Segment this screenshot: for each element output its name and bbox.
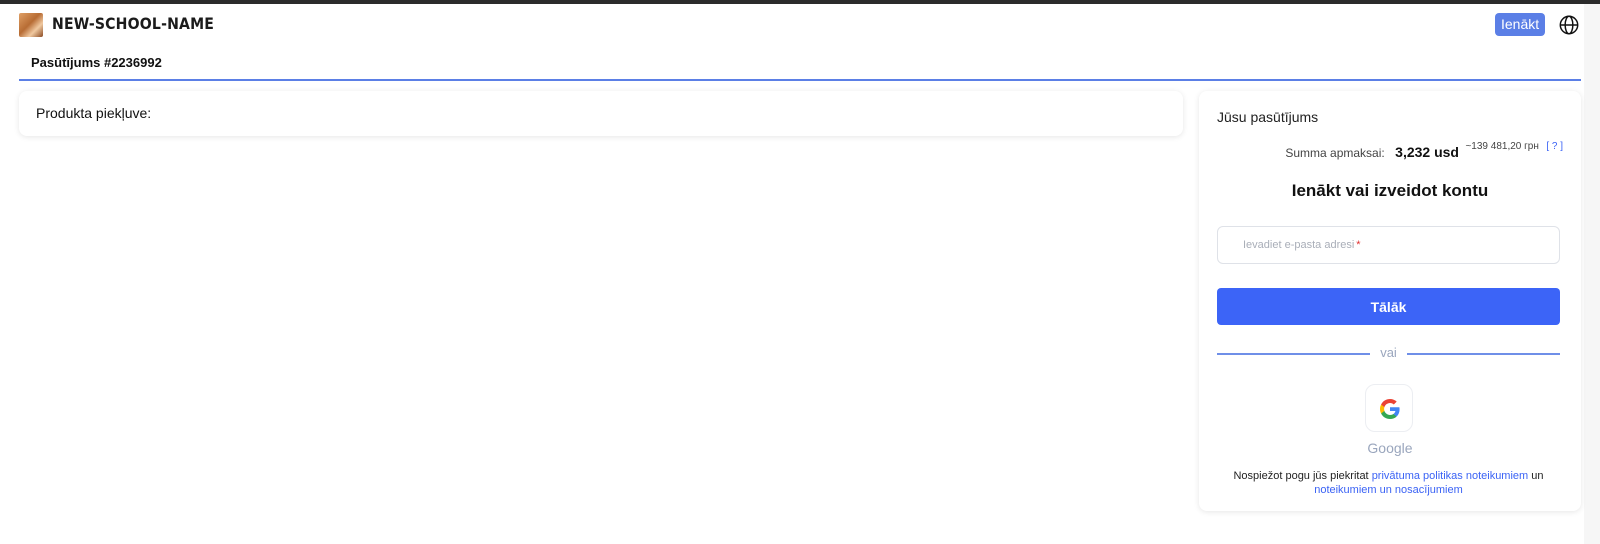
email-placeholder: Ievadiet e-pasta adresi * (1243, 239, 1361, 251)
legal-prefix: Nospiežot pogu jūs piekritat (1233, 470, 1369, 482)
login-button[interactable]: Ienākt (1495, 13, 1546, 36)
next-button[interactable]: Tālāk (1217, 288, 1560, 325)
legal-notice: Nospiežot pogu jūs piekritat privātuma p… (1217, 469, 1560, 497)
auth-heading: Ienākt vai izveidot kontu (1291, 181, 1489, 200)
product-access-label: Produkta piekļuve: (36, 105, 152, 121)
product-access-card: Produkta piekļuve: (19, 91, 1183, 136)
email-field[interactable]: Ievadiet e-pasta adresi * (1217, 226, 1560, 264)
google-label: Google (1367, 440, 1413, 456)
scrollbar-track[interactable] (1584, 4, 1600, 544)
divider-line-right (1407, 353, 1560, 355)
order-summary-card: Jūsu pasūtījums Summa apmaksai: 3,232 us… (1199, 91, 1581, 511)
sum-label: Summa apmaksai: (1285, 146, 1385, 160)
tab-order[interactable]: Pasūtījums #2236992 (31, 55, 162, 70)
privacy-policy-link[interactable]: privātuma politikas noteikumiem (1372, 470, 1529, 482)
school-logo[interactable] (19, 13, 43, 37)
required-mark: * (1356, 239, 1361, 251)
google-icon (1380, 399, 1400, 419)
legal-and: un (1531, 470, 1544, 482)
or-divider: vai (1217, 345, 1560, 360)
order-tab-bar: Pasūtījums #2236992 (19, 48, 1581, 81)
sum-help-link[interactable]: [ ? ] (1546, 141, 1563, 152)
school-name[interactable]: NEW-SCHOOL-NAME (52, 14, 214, 33)
order-summary-title: Jūsu pasūtījums (1217, 109, 1319, 125)
terms-link[interactable]: noteikumiem un nosacījumiem (1314, 484, 1463, 496)
payment-sum: Summa apmaksai: 3,232 usd ~139 481,20 гр… (1285, 141, 1563, 162)
sum-value: 3,232 usd (1395, 144, 1459, 160)
window-top-border (0, 0, 1600, 4)
site-header: NEW-SCHOOL-NAME Ienākt (19, 11, 1579, 41)
sum-converted-value: ~139 481,20 грн (1465, 141, 1539, 152)
google-login-button[interactable] (1365, 384, 1413, 432)
globe-icon[interactable] (1558, 14, 1580, 36)
